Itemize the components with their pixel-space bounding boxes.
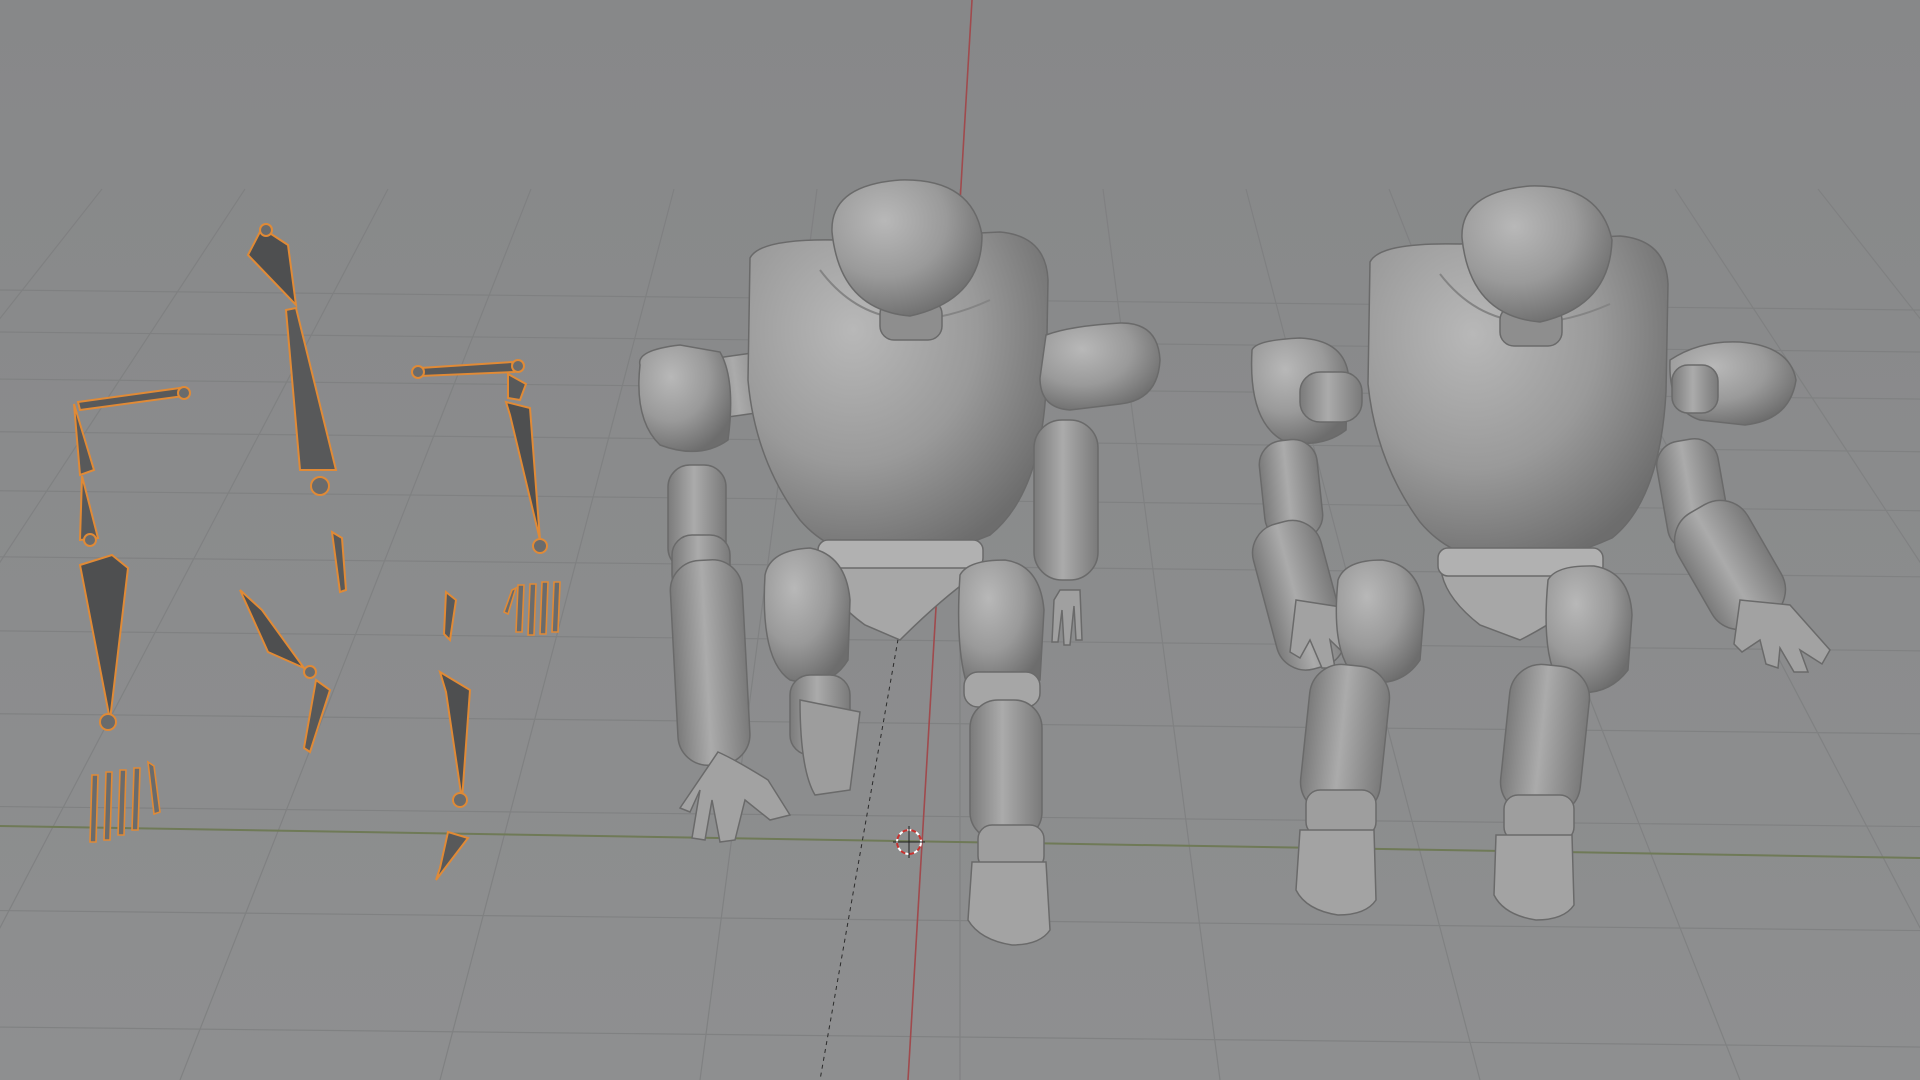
viewport-scene[interactable] (0, 0, 1920, 1080)
3d-viewport[interactable] (0, 0, 1920, 1080)
